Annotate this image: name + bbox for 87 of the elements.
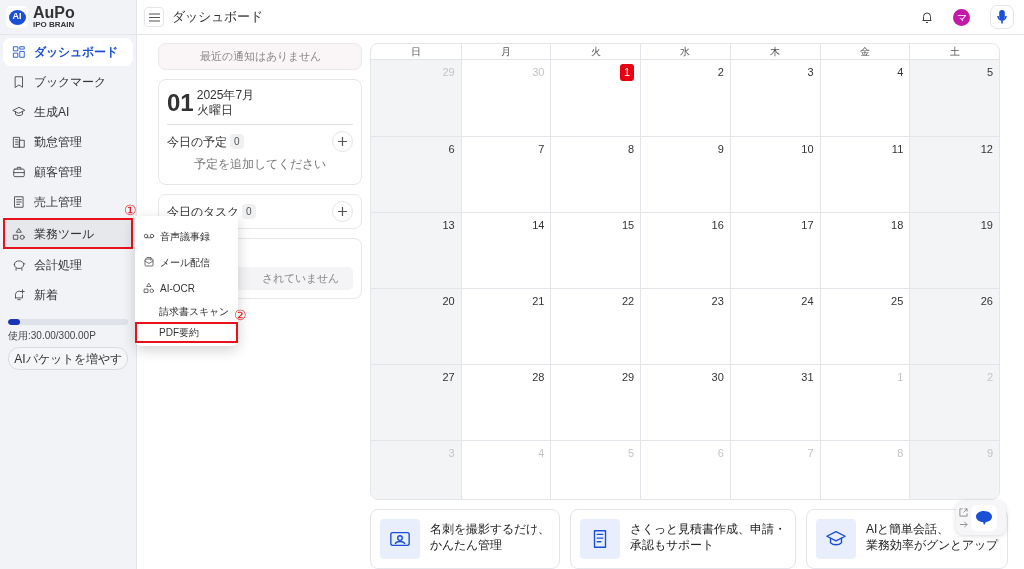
calendar-day-cell[interactable]: 22 (550, 288, 641, 364)
add-packet-button[interactable]: AIパケットを増やす (8, 347, 128, 370)
bell-icon[interactable] (921, 10, 933, 24)
arrow-right-icon[interactable] (959, 519, 968, 529)
annotation-number: ① (124, 203, 137, 217)
calendar-day-cell[interactable]: 16 (640, 212, 730, 288)
date-weekday: 火曜日 (196, 103, 234, 118)
sidebar-item[interactable]: 顧客管理 (3, 158, 133, 186)
empty-schedule-text: 予定を追加してください (193, 156, 327, 173)
calendar-day-cell[interactable]: 8 (550, 136, 641, 212)
building-icon (12, 135, 26, 149)
calendar-day-cell[interactable]: 5 (909, 60, 999, 136)
briefcase-icon (12, 165, 26, 179)
avatar[interactable]: マ (953, 8, 970, 26)
calendar-day-cell[interactable]: 27 (371, 364, 461, 440)
weekday-header: 水 (640, 44, 730, 60)
page-title: ダッシュボード (172, 8, 263, 27)
calendar-day-cell[interactable]: 26 (909, 288, 999, 364)
count-badge: 0 (242, 204, 256, 219)
calendar-day-cell[interactable]: 12 (909, 136, 999, 212)
menu-button[interactable] (144, 7, 164, 27)
calendar-day-cell[interactable]: 28 (460, 364, 551, 440)
weekday-header: 木 (729, 44, 820, 60)
calendar-day-cell[interactable]: 9 (640, 136, 730, 212)
calendar-day-cell[interactable]: 31 (729, 364, 820, 440)
feature-text-line: さくっと見積書作成、申請・ (630, 522, 786, 537)
envelope-icon (143, 256, 155, 268)
sidebar-item[interactable]: ブックマーク (3, 68, 133, 96)
calendar-day-cell[interactable]: 23 (640, 288, 730, 364)
logo-icon: AI (6, 6, 28, 28)
chat-bubble-icon (975, 510, 993, 526)
sidebar-item[interactable]: 新着 (3, 281, 133, 309)
calendar-day-cell[interactable]: 17 (729, 212, 820, 288)
feature-text-line: 承認もサポート (630, 538, 714, 553)
calendar-day-cell[interactable]: 20 (371, 288, 461, 364)
grid-icon (12, 45, 26, 59)
calendar-day-cell[interactable]: 19 (909, 212, 999, 288)
add-button[interactable] (332, 131, 353, 152)
calendar-day-cell[interactable]: 14 (460, 212, 551, 288)
sidebar-item[interactable]: 生成AI (3, 98, 133, 126)
calendar-day-cell[interactable]: 13 (371, 212, 461, 288)
plus-icon (338, 137, 347, 146)
ai-assistant-button[interactable] (971, 505, 997, 531)
usage-text: 使用:30.00/300.00P (8, 329, 97, 343)
microphone-icon (997, 10, 1007, 24)
calendar-day-cell[interactable]: 10 (729, 136, 820, 212)
notification-message: 最近の通知はありません (158, 43, 362, 70)
shapes-icon (143, 282, 155, 294)
logo-text: AuPo (33, 5, 75, 21)
feature-text-line: 名刺を撮影するだけ、 (430, 522, 550, 537)
shapes-icon (12, 226, 26, 241)
calendar-day-cell[interactable]: 15 (550, 212, 641, 288)
calendar-day-cell[interactable]: 30 (640, 364, 730, 440)
count-badge: 0 (230, 134, 244, 149)
receipt-icon (12, 195, 26, 209)
external-link-icon[interactable] (959, 507, 968, 517)
weekday-header: 火 (550, 44, 641, 60)
plus-icon (338, 207, 347, 216)
weekday-header: 金 (819, 44, 910, 60)
add-button[interactable] (332, 201, 353, 222)
date-month: 2025年7月 (196, 88, 255, 103)
sidebar-item[interactable]: 勤怠管理 (3, 128, 133, 156)
calendar-day-cell[interactable]: 2 (640, 60, 730, 136)
date-day: 01 (167, 91, 194, 115)
bookmark-icon (12, 75, 26, 89)
sidebar-item[interactable]: 業務ツール (3, 218, 133, 249)
sidebar-item[interactable]: ダッシュボード (3, 38, 133, 66)
calendar-day-cell[interactable]: 7 (460, 136, 551, 212)
submenu-item[interactable]: 音声議事録 (135, 223, 238, 249)
calendar-day-cell[interactable]: 21 (460, 288, 551, 364)
menu-icon (148, 12, 160, 22)
calendar-day-cell[interactable]: 6 (371, 136, 461, 212)
calendar-day-cell[interactable]: 24 (729, 288, 820, 364)
logo-subtitle: IPO BRAIN (33, 21, 75, 29)
schedule-title: 今日の予定 (167, 133, 227, 151)
microphone-button[interactable] (990, 5, 1014, 29)
submenu-item[interactable]: PDF要約 (135, 322, 238, 343)
calendar-day-cell[interactable]: 3 (729, 60, 820, 136)
annotation-number: ② (234, 308, 247, 322)
sidebar-item[interactable]: 会計処理 (3, 251, 133, 279)
feature-text-line: AIと簡単会話、 (866, 522, 950, 537)
feature-text-line: かんたん管理 (430, 538, 502, 553)
weekday-header: 日 (409, 45, 422, 59)
feature-text-line: 業務効率がグンとアップ (866, 538, 998, 553)
calendar-day-cell[interactable]: 29 (550, 364, 641, 440)
graduation-cap-icon (12, 105, 26, 119)
calendar-day-cell[interactable]: 1 (550, 60, 641, 136)
